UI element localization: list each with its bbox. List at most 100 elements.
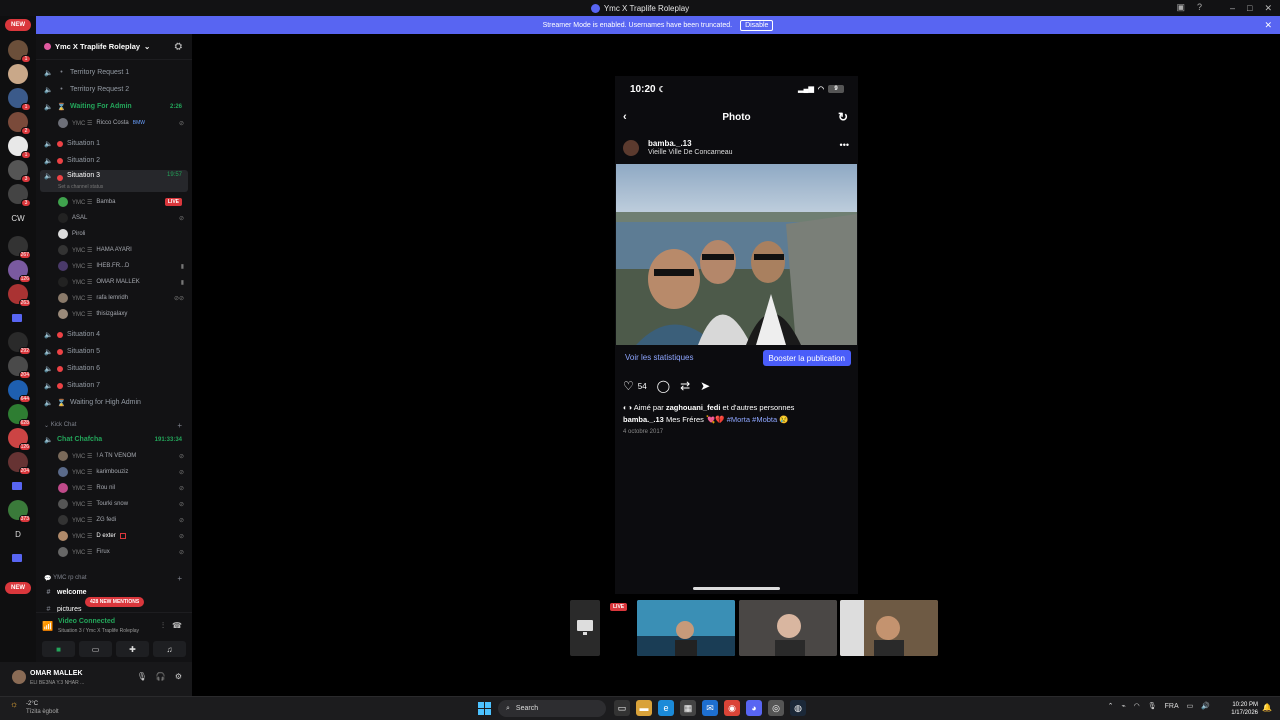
maximize-icon[interactable]: □ [1247, 3, 1252, 13]
refresh-icon[interactable]: ↻ [838, 110, 848, 124]
voice-status-channel[interactable]: Situation 3 / Ymc X Traplife Roleplay [58, 628, 139, 634]
post-username[interactable]: bamba._.13 [648, 139, 692, 148]
participant-tile-screen[interactable] [570, 600, 600, 656]
folder-icon[interactable] [12, 554, 22, 562]
voice-channel-waiting-for-admin[interactable]: 🔈 ⌛ Waiting For Admin 2:26 [40, 99, 188, 114]
voice-user[interactable]: YMC ☰ Tourki snow ⊘ [58, 497, 188, 511]
voice-user[interactable]: YMC ☰ Ricco Costa BMW ⊘ [58, 116, 188, 130]
edge-icon[interactable]: e [658, 700, 674, 716]
server-icon[interactable]: 1 [8, 136, 31, 159]
server-header[interactable]: Ymc X Traplife Roleplay ⌄ ⛭ [36, 34, 192, 60]
repost-icon[interactable]: ⇄ [680, 379, 690, 393]
soundboard-button[interactable]: ♫ [153, 641, 186, 657]
caption-username[interactable]: bamba._.13 [623, 415, 664, 424]
server-icon[interactable]: 204 [8, 452, 31, 475]
noise-suppression-icon[interactable]: ⫶ [162, 621, 164, 631]
server-icon[interactable]: 204 [8, 356, 31, 379]
more-options-icon[interactable]: ••• [840, 140, 849, 150]
new-unreads-pill-top[interactable]: NEW [5, 19, 31, 31]
discord-icon[interactable]: ◕ [746, 700, 762, 716]
add-channel-icon[interactable]: + [177, 574, 182, 583]
voice-channel-waiting-high-admin[interactable]: 🔈 ⌛ Waiting for High Admin [40, 395, 188, 410]
server-icon[interactable]: 1 [8, 40, 31, 63]
help-icon[interactable]: ? [1197, 2, 1202, 13]
language-label[interactable]: FRA [1165, 703, 1179, 710]
server-icon[interactable]: 267 [8, 236, 31, 259]
taskbar-clock[interactable]: 10:20 PM 1/17/2026 [1231, 701, 1258, 717]
server-icon[interactable]: 3 [8, 184, 31, 207]
avatar[interactable] [623, 140, 639, 156]
wifi-icon[interactable]: ◠ [1134, 702, 1140, 710]
voice-channel-situation-5[interactable]: 🔈 Situation 5 [40, 344, 188, 359]
send-icon[interactable]: ➤ [700, 379, 710, 393]
avatar[interactable] [12, 670, 26, 684]
voice-user[interactable]: YMC ☰ thisizgalaxy [58, 307, 188, 321]
hashtag[interactable]: #Mobta [752, 415, 777, 424]
view-insights-link[interactable]: Voir les statistiques [625, 353, 693, 362]
gear-icon[interactable]: ⚙ [175, 672, 182, 681]
voice-channel-situation-4[interactable]: 🔈 Situation 4 [40, 327, 188, 342]
folder-icon[interactable] [12, 314, 22, 322]
voice-user[interactable]: YMC ☰ Firux ⊘ [58, 545, 188, 559]
boost-post-button[interactable]: Booster la publication [762, 350, 851, 366]
voice-user[interactable]: YMC ☰ karimbouziz ⊘ [58, 465, 188, 479]
chrome-icon[interactable]: ◉ [724, 700, 740, 716]
screen-share-button[interactable]: ▭ [79, 641, 112, 657]
participant-tile-video[interactable] [637, 600, 735, 656]
server-icon[interactable]: 126 [8, 428, 31, 451]
back-icon[interactable]: ‹ [623, 111, 627, 123]
voice-user[interactable]: Piroli [58, 227, 188, 241]
server-icon[interactable]: 628 [8, 404, 31, 427]
voice-channel-situation-1[interactable]: 🔈 Situation 1 [40, 136, 188, 151]
server-icon[interactable] [8, 64, 28, 84]
voice-channel-situation-6[interactable]: 🔈 Situation 6 [40, 361, 188, 376]
camera-button[interactable]: ■ [42, 641, 75, 657]
voice-channel-territory-1[interactable]: 🔈 • Territory Request 1 [40, 65, 188, 80]
server-icon[interactable]: 3 [8, 160, 31, 183]
new-unreads-pill-bottom[interactable]: NEW [5, 582, 31, 594]
voice-user[interactable]: YMC ☰ D exter ⊘ [58, 529, 188, 543]
voice-channel-chat-chafcha[interactable]: 🔈 Chat Chafcha 191:33:34 [40, 432, 188, 447]
voice-user[interactable]: YMC ☰ Bamba LIVE [58, 195, 188, 209]
participant-tile-video[interactable] [840, 600, 938, 656]
store-icon[interactable]: ▦ [680, 700, 696, 716]
user-panel-name[interactable]: OMAR MALLEK [30, 670, 83, 677]
voice-user[interactable]: YMC ☰ HAMA AYARI [58, 243, 188, 257]
inbox-icon[interactable]: ▣ [1176, 2, 1185, 13]
server-icon[interactable]: 263 [8, 284, 31, 307]
voice-user[interactable]: YMC ☰ rafa lemridh ⊘⊘ [58, 291, 188, 305]
voice-user[interactable]: YMC ☰ OMAR MALLEK ▮ [58, 275, 188, 289]
voice-channel-territory-2[interactable]: 🔈 • Territory Request 2 [40, 82, 188, 97]
file-explorer-icon[interactable]: ▬ [636, 700, 652, 716]
post-location[interactable]: Vieille Ville De Concarneau [648, 149, 733, 156]
voice-user[interactable]: ASAL ⊘ [58, 211, 188, 225]
participant-tile-video[interactable] [739, 600, 837, 656]
liked-suffix[interactable]: et d'autres personnes [720, 403, 795, 412]
network-icon[interactable]: ⌁ [1121, 702, 1125, 710]
hashtag[interactable]: #Morta [727, 415, 750, 424]
voice-user[interactable]: YMC ☰ ZG fedi ⊘ [58, 513, 188, 527]
app-icon[interactable]: ◎ [768, 700, 784, 716]
category-kick-chat[interactable]: ⌄ Kick Chat + [44, 419, 188, 431]
folder-icon[interactable] [12, 482, 22, 490]
chevron-up-icon[interactable]: ⌃ [1108, 702, 1114, 710]
activities-button[interactable]: ✚ [116, 641, 149, 657]
liked-user[interactable]: zaghouani_fedi [666, 403, 721, 412]
add-member-icon[interactable]: ⛭ [175, 41, 182, 52]
server-icon[interactable]: 1 [8, 88, 31, 111]
new-mentions-pill[interactable]: 428 NEW MENTIONS [85, 597, 145, 607]
notification-bell-icon[interactable]: 🔔 [1262, 703, 1272, 712]
signal-icon[interactable]: 📶 [42, 621, 53, 632]
minimize-icon[interactable]: – [1230, 3, 1235, 13]
mail-icon[interactable]: ✉ [702, 700, 718, 716]
voice-channel-situation-2[interactable]: 🔈 Situation 2 [40, 153, 188, 168]
server-icon[interactable]: 373 [8, 500, 31, 523]
channel-status[interactable]: Set a channel status [58, 184, 103, 190]
server-icon[interactable]: 126 [8, 260, 31, 283]
voice-user[interactable]: YMC ☰ IHEB.FR...D ▮ [58, 259, 188, 273]
add-channel-icon[interactable]: + [177, 421, 182, 430]
volume-icon[interactable]: 🔊 [1201, 702, 1210, 710]
voice-channel-situation-7[interactable]: 🔈 Situation 7 [40, 378, 188, 393]
server-icon[interactable]: 292 [8, 332, 31, 355]
close-window-icon[interactable]: ✕ [1264, 3, 1272, 14]
